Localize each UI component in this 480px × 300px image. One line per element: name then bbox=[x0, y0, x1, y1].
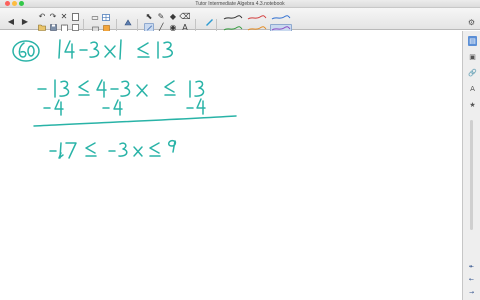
pen-preset-1[interactable] bbox=[222, 13, 244, 22]
pen-preset-2[interactable] bbox=[246, 13, 268, 22]
attachments-icon[interactable]: 🔗 bbox=[468, 68, 477, 78]
scrollbar-thumb[interactable] bbox=[470, 120, 473, 230]
previous-page-icon[interactable]: ◀ bbox=[6, 17, 16, 26]
page-sorter-icon[interactable]: ▤ bbox=[468, 36, 477, 46]
title-bar: Tutor Intermediate Algebra 4.3.notebook bbox=[0, 0, 480, 8]
problem-expression bbox=[58, 39, 173, 60]
window-title: Tutor Intermediate Algebra 4.3.notebook bbox=[195, 1, 285, 7]
table-icon[interactable] bbox=[101, 13, 111, 22]
toolbar: ◀ ▶ ↶ ↷ ✕ ▭ ⬉ ✎ ◆ ⌫ ╱ ◉ A ⚙ bbox=[0, 8, 480, 34]
notebook-page[interactable] bbox=[0, 31, 462, 300]
redo-icon[interactable]: ↷ bbox=[48, 12, 58, 21]
addons-icon[interactable]: ★ bbox=[468, 100, 477, 110]
blank-page-icon[interactable] bbox=[70, 12, 80, 21]
result-inequality bbox=[49, 139, 177, 159]
division-line bbox=[33, 115, 237, 127]
gallery-icon[interactable]: ▣ bbox=[468, 52, 477, 62]
undo-icon[interactable]: ↶ bbox=[37, 12, 47, 21]
pen-preset-3[interactable] bbox=[270, 13, 292, 22]
properties-icon[interactable]: A bbox=[468, 84, 477, 94]
prev-nav-icon[interactable]: ← bbox=[469, 276, 474, 283]
shapes-icon[interactable]: ◆ bbox=[168, 12, 178, 21]
back-nav-icon[interactable]: ↞ bbox=[469, 263, 474, 270]
settings-icon[interactable]: ⚙ bbox=[468, 18, 475, 27]
delete-icon[interactable]: ✕ bbox=[59, 12, 69, 21]
select-icon[interactable]: ⬉ bbox=[144, 12, 154, 21]
subtract-four-step bbox=[43, 98, 206, 116]
ink-layer bbox=[12, 39, 237, 159]
eraser-icon[interactable]: ⌫ bbox=[179, 12, 190, 21]
math-tools-icon[interactable] bbox=[123, 18, 133, 27]
problem-number-circled bbox=[12, 40, 40, 62]
next-page-icon[interactable]: ▶ bbox=[20, 17, 30, 26]
next-nav-icon[interactable]: → bbox=[469, 289, 474, 296]
screen-shade-icon[interactable]: ▭ bbox=[90, 13, 100, 22]
compound-inequality bbox=[37, 79, 205, 98]
pen-style-icon[interactable] bbox=[204, 17, 214, 26]
pen-icon[interactable]: ✎ bbox=[156, 12, 166, 21]
